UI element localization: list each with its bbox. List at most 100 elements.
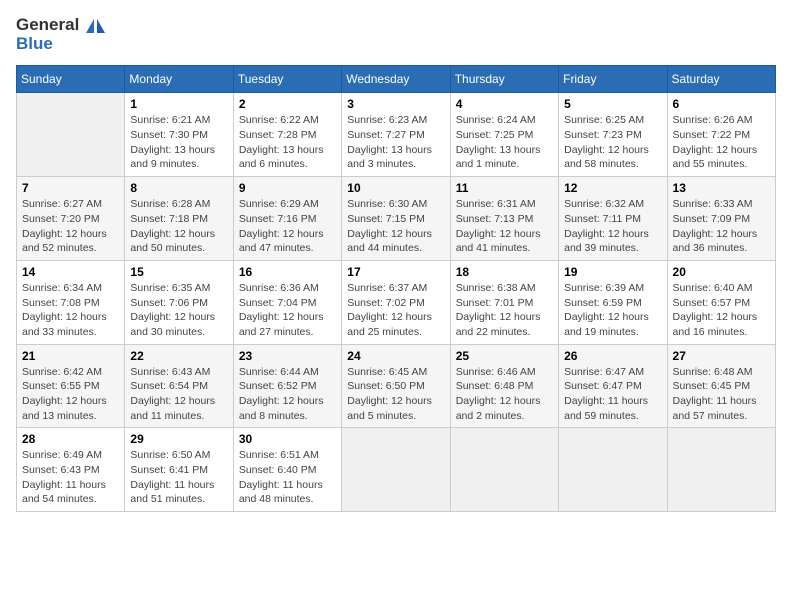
calendar-cell: 7 Sunrise: 6:27 AMSunset: 7:20 PMDaylight… <box>17 177 125 261</box>
day-info: Sunrise: 6:50 AMSunset: 6:41 PMDaylight:… <box>130 448 227 507</box>
calendar-cell: 8Sunrise: 6:28 AMSunset: 7:18 PMDaylight… <box>125 177 233 261</box>
day-number: 19 <box>564 265 661 279</box>
day-number: 12 <box>564 181 661 195</box>
day-info: Sunrise: 6:28 AMSunset: 7:18 PMDaylight:… <box>130 197 227 256</box>
calendar-cell: 4 Sunrise: 6:24 AMSunset: 7:25 PMDaylight… <box>450 93 558 177</box>
weekday-header-wednesday: Wednesday <box>342 66 450 93</box>
calendar-week-5: 28 Sunrise: 6:49 AMSunset: 6:43 PMDayligh… <box>17 428 776 512</box>
calendar-cell <box>559 428 667 512</box>
calendar-cell: 15 Sunrise: 6:35 AMSunset: 7:06 PMDayligh… <box>125 260 233 344</box>
day-number: 24 <box>347 349 444 363</box>
day-info: Sunrise: 6:31 AMSunset: 7:13 PMDaylight:… <box>456 197 553 256</box>
day-number: 10 <box>347 181 444 195</box>
calendar-cell: 30 Sunrise: 6:51 AMSunset: 6:40 PMDayligh… <box>233 428 341 512</box>
day-number: 11 <box>456 181 553 195</box>
calendar-cell: 10 Sunrise: 6:30 AMSunset: 7:15 PMDayligh… <box>342 177 450 261</box>
day-info: Sunrise: 6:27 AMSunset: 7:20 PMDaylight:… <box>22 197 119 256</box>
day-number: 7 <box>22 181 119 195</box>
calendar-cell: 1 Sunrise: 6:21 AMSunset: 7:30 PMDaylight… <box>125 93 233 177</box>
day-number: 28 <box>22 432 119 446</box>
day-info: Sunrise: 6:48 AMSunset: 6:45 PMDaylight:… <box>673 365 770 424</box>
calendar-cell: 3 Sunrise: 6:23 AMSunset: 7:27 PMDaylight… <box>342 93 450 177</box>
day-info: Sunrise: 6:44 AMSunset: 6:52 PMDaylight:… <box>239 365 336 424</box>
day-number: 1 <box>130 97 227 111</box>
calendar-cell: 25 Sunrise: 6:46 AMSunset: 6:48 PMDayligh… <box>450 344 558 428</box>
calendar-cell: 11 Sunrise: 6:31 AMSunset: 7:13 PMDayligh… <box>450 177 558 261</box>
calendar-cell: 5 Sunrise: 6:25 AMSunset: 7:23 PMDaylight… <box>559 93 667 177</box>
calendar-week-1: 1 Sunrise: 6:21 AMSunset: 7:30 PMDaylight… <box>17 93 776 177</box>
day-info: Sunrise: 6:32 AMSunset: 7:11 PMDaylight:… <box>564 197 661 256</box>
day-info: Sunrise: 6:36 AMSunset: 7:04 PMDaylight:… <box>239 281 336 340</box>
calendar-cell: 20 Sunrise: 6:40 AMSunset: 6:57 PMDayligh… <box>667 260 775 344</box>
day-info: Sunrise: 6:42 AMSunset: 6:55 PMDaylight:… <box>22 365 119 424</box>
day-number: 5 <box>564 97 661 111</box>
weekday-header-tuesday: Tuesday <box>233 66 341 93</box>
day-number: 27 <box>673 349 770 363</box>
day-info: Sunrise: 6:25 AMSunset: 7:23 PMDaylight:… <box>564 113 661 172</box>
day-number: 23 <box>239 349 336 363</box>
day-info: Sunrise: 6:37 AMSunset: 7:02 PMDaylight:… <box>347 281 444 340</box>
calendar-cell: 22 Sunrise: 6:43 AMSunset: 6:54 PMDayligh… <box>125 344 233 428</box>
day-info: Sunrise: 6:35 AMSunset: 7:06 PMDaylight:… <box>130 281 227 340</box>
calendar-cell: 29 Sunrise: 6:50 AMSunset: 6:41 PMDayligh… <box>125 428 233 512</box>
day-number: 14 <box>22 265 119 279</box>
calendar-cell: 16 Sunrise: 6:36 AMSunset: 7:04 PMDayligh… <box>233 260 341 344</box>
day-number: 29 <box>130 432 227 446</box>
day-info: Sunrise: 6:34 AMSunset: 7:08 PMDaylight:… <box>22 281 119 340</box>
day-number: 17 <box>347 265 444 279</box>
calendar-cell: 19 Sunrise: 6:39 AMSunset: 6:59 PMDayligh… <box>559 260 667 344</box>
day-info: Sunrise: 6:45 AMSunset: 6:50 PMDaylight:… <box>347 365 444 424</box>
day-number: 4 <box>456 97 553 111</box>
day-info: Sunrise: 6:40 AMSunset: 6:57 PMDaylight:… <box>673 281 770 340</box>
calendar-cell <box>342 428 450 512</box>
calendar-cell: 14 Sunrise: 6:34 AMSunset: 7:08 PMDayligh… <box>17 260 125 344</box>
day-number: 18 <box>456 265 553 279</box>
logo: General Blue <box>16 16 105 53</box>
day-number: 21 <box>22 349 119 363</box>
calendar-table: SundayMondayTuesdayWednesdayThursdayFrid… <box>16 65 776 512</box>
weekday-header-saturday: Saturday <box>667 66 775 93</box>
calendar-week-4: 21 Sunrise: 6:42 AMSunset: 6:55 PMDayligh… <box>17 344 776 428</box>
day-number: 25 <box>456 349 553 363</box>
calendar-cell <box>667 428 775 512</box>
day-number: 26 <box>564 349 661 363</box>
day-number: 3 <box>347 97 444 111</box>
weekday-header-monday: Monday <box>125 66 233 93</box>
day-number: 30 <box>239 432 336 446</box>
calendar-cell: 2 Sunrise: 6:22 AMSunset: 7:28 PMDaylight… <box>233 93 341 177</box>
day-info: Sunrise: 6:39 AMSunset: 6:59 PMDaylight:… <box>564 281 661 340</box>
calendar-cell: 9Sunrise: 6:29 AMSunset: 7:16 PMDaylight… <box>233 177 341 261</box>
calendar-cell <box>17 93 125 177</box>
day-info: Sunrise: 6:23 AMSunset: 7:27 PMDaylight:… <box>347 113 444 172</box>
day-info: Sunrise: 6:24 AMSunset: 7:25 PMDaylight:… <box>456 113 553 172</box>
day-info: Sunrise: 6:30 AMSunset: 7:15 PMDaylight:… <box>347 197 444 256</box>
weekday-header-sunday: Sunday <box>17 66 125 93</box>
day-number: 16 <box>239 265 336 279</box>
day-info: Sunrise: 6:22 AMSunset: 7:28 PMDaylight:… <box>239 113 336 172</box>
calendar-week-2: 7 Sunrise: 6:27 AMSunset: 7:20 PMDaylight… <box>17 177 776 261</box>
day-info: Sunrise: 6:38 AMSunset: 7:01 PMDaylight:… <box>456 281 553 340</box>
calendar-cell <box>450 428 558 512</box>
day-number: 2 <box>239 97 336 111</box>
calendar-cell: 6 Sunrise: 6:26 AMSunset: 7:22 PMDaylight… <box>667 93 775 177</box>
day-info: Sunrise: 6:43 AMSunset: 6:54 PMDaylight:… <box>130 365 227 424</box>
day-number: 20 <box>673 265 770 279</box>
weekday-header-row: SundayMondayTuesdayWednesdayThursdayFrid… <box>17 66 776 93</box>
day-info: Sunrise: 6:26 AMSunset: 7:22 PMDaylight:… <box>673 113 770 172</box>
calendar-cell: 23 Sunrise: 6:44 AMSunset: 6:52 PMDayligh… <box>233 344 341 428</box>
calendar-cell: 28 Sunrise: 6:49 AMSunset: 6:43 PMDayligh… <box>17 428 125 512</box>
day-number: 22 <box>130 349 227 363</box>
page-header: General Blue <box>16 16 776 53</box>
calendar-cell: 21 Sunrise: 6:42 AMSunset: 6:55 PMDayligh… <box>17 344 125 428</box>
day-info: Sunrise: 6:21 AMSunset: 7:30 PMDaylight:… <box>130 113 227 172</box>
day-info: Sunrise: 6:49 AMSunset: 6:43 PMDaylight:… <box>22 448 119 507</box>
calendar-cell: 12 Sunrise: 6:32 AMSunset: 7:11 PMDayligh… <box>559 177 667 261</box>
day-number: 9 <box>239 181 336 195</box>
calendar-week-3: 14 Sunrise: 6:34 AMSunset: 7:08 PMDayligh… <box>17 260 776 344</box>
calendar-cell: 17 Sunrise: 6:37 AMSunset: 7:02 PMDayligh… <box>342 260 450 344</box>
day-number: 6 <box>673 97 770 111</box>
day-info: Sunrise: 6:46 AMSunset: 6:48 PMDaylight:… <box>456 365 553 424</box>
day-number: 15 <box>130 265 227 279</box>
day-number: 13 <box>673 181 770 195</box>
day-info: Sunrise: 6:51 AMSunset: 6:40 PMDaylight:… <box>239 448 336 507</box>
